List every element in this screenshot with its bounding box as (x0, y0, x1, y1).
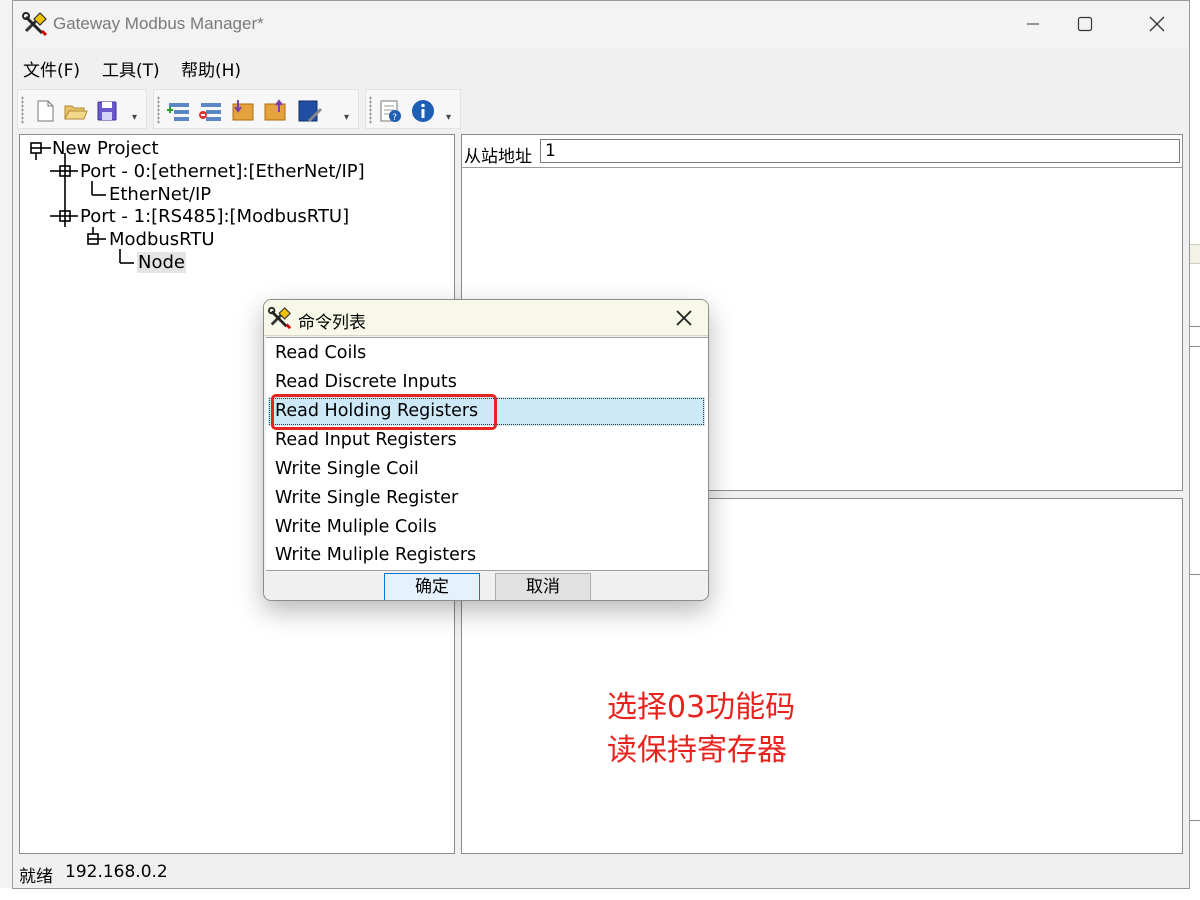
status-ip: 192.168.0.2 (65, 862, 168, 882)
toolbar: ▾ ▾ ? ▾ (17, 87, 617, 131)
annotation-line-2: 读保持寄存器 (607, 733, 787, 768)
tree-item-modbusrtu[interactable]: ModbusRTU (109, 229, 215, 250)
background-window-edge (1190, 0, 1200, 900)
tree-item-port0[interactable]: Port - 0:[ethernet]:[EtherNet/IP] (80, 161, 365, 182)
dialog-close-icon[interactable] (672, 306, 696, 330)
divider (1190, 574, 1200, 575)
menu-tools[interactable]: 工具(T) (102, 56, 160, 81)
menu-file[interactable]: 文件(F) (23, 56, 80, 81)
new-file-icon[interactable] (32, 98, 58, 124)
divider (1190, 326, 1200, 327)
command-item-selected[interactable]: Read Holding Registers (268, 397, 705, 426)
window-title: Gateway Modbus Manager* (53, 14, 264, 33)
command-item[interactable]: Read Input Registers (266, 426, 708, 455)
tree-item-ethernetip[interactable]: EtherNet/IP (109, 184, 211, 205)
menu-help[interactable]: 帮助(H) (181, 56, 241, 81)
cancel-button[interactable]: 取消 (495, 573, 591, 600)
maximize-button[interactable] (1065, 9, 1105, 39)
status-text: 就绪 (19, 867, 53, 887)
command-item[interactable]: Write Muliple Registers (266, 541, 708, 570)
minimize-button[interactable] (1013, 9, 1053, 39)
command-item[interactable]: Write Single Coil (266, 455, 708, 484)
divider (1190, 346, 1200, 347)
toolbar-dropdown-icon[interactable]: ▾ (446, 112, 456, 126)
command-item[interactable]: Write Single Register (266, 484, 708, 513)
close-icon (1149, 16, 1165, 32)
menu-bar: 文件(F) 工具(T) 帮助(H) (13, 51, 1189, 83)
tools-app-icon (22, 12, 48, 37)
delete-node-icon[interactable] (198, 98, 224, 124)
toolbar-grip[interactable] (369, 96, 372, 124)
tools-app-icon (268, 306, 292, 330)
help-doc-icon[interactable]: ? (378, 98, 404, 124)
command-listbox[interactable]: Read Coils Read Discrete Inputs Read Hol… (266, 337, 708, 571)
status-bar: 就绪 192.168.0.2 (13, 857, 1189, 887)
open-folder-icon[interactable] (62, 98, 88, 124)
tree-item-node[interactable]: Node (137, 252, 186, 273)
svg-text:?: ? (392, 113, 397, 123)
dialog-title: 命令列表 (298, 313, 366, 333)
command-list-dialog: 命令列表 Read Coils Read Discrete Inputs Rea… (263, 299, 709, 601)
tree-root-new-project[interactable]: New Project (52, 138, 159, 159)
read-icon[interactable] (230, 98, 256, 124)
toolbar-group-help: ? ▾ (365, 89, 461, 129)
title-bar: Gateway Modbus Manager* (13, 1, 1189, 47)
command-item[interactable]: Read Discrete Inputs (266, 368, 708, 397)
slave-address-label: 从站地址 (464, 147, 532, 167)
maximize-icon (1077, 16, 1093, 32)
toolbar-group-edit: ▾ (153, 89, 359, 129)
annotation-text: 选择03功能码 读保持寄存器 (607, 686, 795, 772)
toolbar-grip[interactable] (157, 96, 160, 124)
background-fragment (1190, 244, 1200, 264)
write-icon[interactable] (262, 98, 288, 124)
slave-address-row: 从站地址 1 (462, 135, 1182, 168)
tree-item-port1[interactable]: Port - 1:[RS485]:[ModbusRTU] (80, 206, 349, 227)
command-item[interactable]: Read Coils (266, 339, 708, 368)
background-window-bottom (0, 888, 1200, 900)
toolbar-dropdown-icon[interactable]: ▾ (344, 112, 354, 126)
command-item[interactable]: Write Muliple Coils (266, 513, 708, 542)
info-icon[interactable] (410, 98, 436, 124)
annotation-line-1: 选择03功能码 (607, 690, 796, 725)
minimize-icon (1027, 23, 1039, 25)
divider (1190, 820, 1200, 821)
close-button[interactable] (1137, 9, 1177, 39)
toolbar-dropdown-icon[interactable]: ▾ (132, 112, 142, 126)
save-icon[interactable] (94, 98, 120, 124)
toolbar-group-file: ▾ (17, 89, 147, 129)
dialog-title-bar: 命令列表 (264, 300, 708, 336)
add-node-icon[interactable] (166, 98, 192, 124)
ok-button[interactable]: 确定 (384, 573, 480, 600)
edit-icon[interactable] (296, 98, 322, 124)
slave-address-input[interactable]: 1 (540, 139, 1180, 163)
toolbar-grip[interactable] (21, 96, 24, 124)
